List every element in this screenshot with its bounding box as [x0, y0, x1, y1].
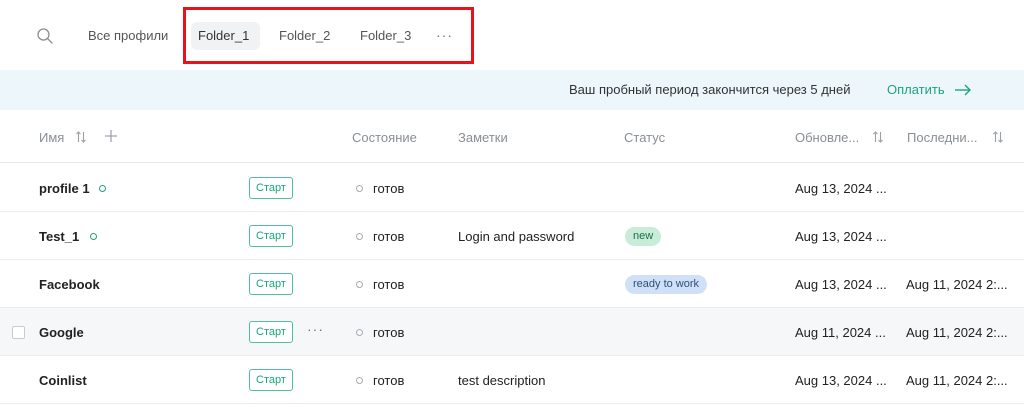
- table-row[interactable]: Coinlist Старт готов test description Au…: [0, 356, 1024, 404]
- profile-name[interactable]: Coinlist: [39, 373, 87, 388]
- online-indicator-icon: [99, 185, 106, 192]
- search-icon[interactable]: [36, 27, 54, 45]
- column-last-launch[interactable]: Последни...: [907, 130, 977, 145]
- column-notes[interactable]: Заметки: [458, 130, 508, 145]
- top-bar: Все профили Folder_1 Folder_2 Folder_3 ·…: [0, 0, 1024, 70]
- state-dot-icon: [356, 377, 363, 384]
- status-badge[interactable]: ready to work: [625, 275, 708, 294]
- pay-link[interactable]: Оплатить: [887, 82, 945, 97]
- sort-icon[interactable]: [75, 130, 87, 144]
- notes-text[interactable]: Login and password: [458, 229, 574, 244]
- start-button[interactable]: Старт: [249, 321, 293, 343]
- notes-text[interactable]: test description: [458, 373, 545, 388]
- column-name[interactable]: Имя: [39, 130, 64, 145]
- profile-name[interactable]: Test_1: [39, 229, 79, 244]
- updated-date: Aug 11, 2024 ...: [795, 325, 886, 340]
- online-indicator-icon: [90, 233, 97, 240]
- table-row[interactable]: Google Старт ··· готов Aug 11, 2024 ... …: [0, 308, 1024, 356]
- arrow-right-icon[interactable]: [954, 83, 972, 97]
- table-row[interactable]: Facebook Старт готов ready to work Aug 1…: [0, 260, 1024, 308]
- column-status[interactable]: Статус: [624, 130, 665, 145]
- state-dot-icon: [356, 233, 363, 240]
- state-dot-icon: [356, 281, 363, 288]
- state-text: готов: [373, 181, 405, 196]
- tab-all-profiles[interactable]: Все профили: [88, 22, 168, 50]
- table-row[interactable]: profile 1 Старт готов Aug 13, 2024 ...: [0, 164, 1024, 212]
- highlight-annotation: [183, 7, 474, 64]
- state-text: готов: [373, 229, 405, 244]
- profile-name[interactable]: Facebook: [39, 277, 100, 292]
- start-button[interactable]: Старт: [249, 369, 293, 391]
- plus-icon[interactable]: [104, 129, 118, 143]
- row-more-button[interactable]: ···: [307, 321, 324, 337]
- state-dot-icon: [356, 185, 363, 192]
- state-dot-icon: [356, 329, 363, 336]
- updated-date: Aug 13, 2024 ...: [795, 181, 887, 196]
- status-badge[interactable]: new: [625, 227, 662, 246]
- state-text: готов: [373, 373, 405, 388]
- column-state[interactable]: Состояние: [352, 130, 417, 145]
- updated-date: Aug 13, 2024 ...: [795, 277, 887, 292]
- start-button[interactable]: Старт: [249, 177, 293, 199]
- state-text: готов: [373, 277, 405, 292]
- table-header: Имя Состояние Заметки Статус Обновле... …: [0, 112, 1024, 163]
- start-button[interactable]: Старт: [249, 273, 293, 295]
- profile-name[interactable]: profile 1: [39, 181, 90, 196]
- trial-message: Ваш пробный период закончится через 5 дн…: [569, 82, 851, 97]
- updated-date: Aug 13, 2024 ...: [795, 229, 887, 244]
- last-launch-date: Aug 11, 2024 2:...: [906, 277, 1008, 292]
- column-updated[interactable]: Обновле...: [795, 130, 859, 145]
- table-row[interactable]: Test_1 Старт готов Login and password ne…: [0, 212, 1024, 260]
- profile-name[interactable]: Google: [39, 325, 84, 340]
- sort-icon[interactable]: [992, 130, 1004, 144]
- start-button[interactable]: Старт: [249, 225, 293, 247]
- row-checkbox[interactable]: [12, 326, 25, 339]
- state-text: готов: [373, 325, 405, 340]
- sort-icon[interactable]: [872, 130, 884, 144]
- last-launch-date: Aug 11, 2024 2:...: [906, 373, 1008, 388]
- last-launch-date: Aug 11, 2024 2:...: [906, 325, 1008, 340]
- updated-date: Aug 13, 2024 ...: [795, 373, 887, 388]
- trial-banner: Ваш пробный период закончится через 5 дн…: [0, 70, 1024, 110]
